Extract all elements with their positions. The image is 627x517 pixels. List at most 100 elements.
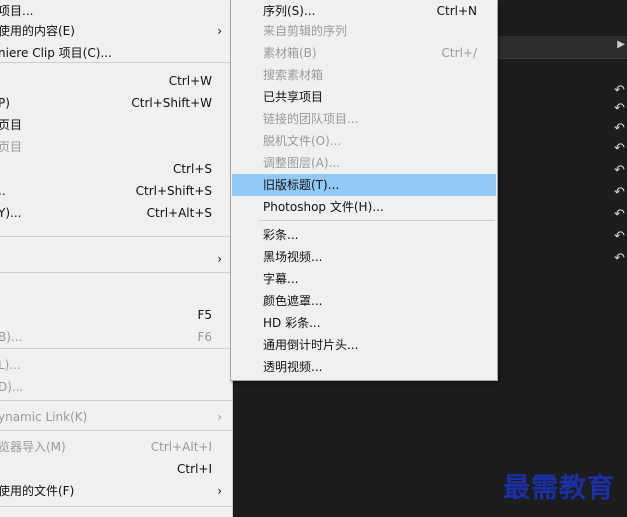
menu-item-shortcut: Ctrl+Shift+W [131, 96, 212, 110]
submenu-item: 素材箱(B) Ctrl+/ [231, 42, 497, 64]
menu-item[interactable]: › [0, 248, 232, 270]
menu-item[interactable]: Ctrl+S [0, 158, 232, 180]
watermark: 最需教育 [503, 473, 615, 504]
menu-separator [0, 272, 232, 273]
menu-item[interactable]: Ctrl+I [0, 458, 232, 480]
submenu-item-label: 旧版标题(T)... [263, 178, 340, 192]
menu-item[interactable]: .. Ctrl+Shift+S [0, 180, 232, 202]
submenu-item[interactable]: 彩条... [231, 224, 497, 246]
menu-item[interactable]: 使用的文件(F) › [0, 480, 232, 502]
new-submenu: 序列(S)... Ctrl+N 来自剪辑的序列 素材箱(B) Ctrl+/ 搜索素材箱已共… [230, 0, 498, 381]
submenu-item-label: 调整图层(A)... [263, 156, 341, 170]
reset-icon[interactable]: ↶ [614, 252, 625, 265]
panel-menu-chevron-right-icon[interactable]: ▶ [617, 39, 625, 50]
menu-item-label: 览器导入(M) [0, 440, 66, 454]
submenu-item: 来自剪辑的序列 [231, 20, 497, 42]
menu-item: 页目 [0, 136, 232, 158]
menu-separator [0, 400, 232, 401]
submenu-item-label: 来自剪辑的序列 [263, 24, 348, 38]
menu-separator [0, 62, 232, 63]
chevron-right-icon: › [217, 252, 222, 266]
menu-item-label: 使用的文件(F) [0, 484, 75, 498]
menu-item-shortcut: Ctrl+W [168, 74, 212, 88]
submenu-item: 链接的团队项目... [231, 108, 497, 130]
menu-item: D)... [0, 376, 232, 398]
menu-item: L)... [0, 354, 232, 376]
menu-item-label: 使用的内容(E) [0, 24, 75, 38]
reset-icon[interactable]: ↶ [614, 164, 625, 177]
menu-item-label: ynamic Link(K) [0, 410, 88, 424]
menu-item-shortcut: Ctrl+Shift+S [135, 184, 212, 198]
menu-item: B)... F6 [0, 326, 232, 348]
menu-item-shortcut: Ctrl+I [177, 462, 212, 476]
submenu-item-label: 素材箱(B) [263, 46, 317, 60]
panel-header: ▶ [497, 36, 627, 59]
reset-icon[interactable]: ↶ [614, 186, 625, 199]
submenu-item-label: 彩条... [263, 228, 299, 242]
file-menu: 项目... 使用的内容(E) › niere Clip 项目(C)... Ctrl+W P… [0, 0, 233, 517]
chevron-right-icon: › [217, 410, 222, 424]
submenu-item-label: Photoshop 文件(H)... [263, 200, 384, 214]
submenu-item[interactable]: 序列(S)... Ctrl+N [231, 0, 497, 22]
submenu-item-highlighted[interactable]: 旧版标题(T)... [232, 174, 496, 196]
submenu-item-label: 黑场视频... [263, 250, 323, 264]
submenu-item-shortcut: Ctrl+N [436, 4, 477, 18]
submenu-item[interactable]: 颜色遮罩... [231, 290, 497, 312]
submenu-item-label: 透明视频... [263, 360, 323, 374]
chevron-right-icon: › [217, 484, 222, 498]
submenu-item-label: 链接的团队项目... [263, 112, 359, 126]
submenu-separator [259, 220, 495, 221]
menu-item-label: 页目 [0, 118, 23, 132]
submenu-item-label: 脱机文件(O)... [263, 134, 342, 148]
menu-item-shortcut: F6 [197, 330, 212, 344]
menu-item-label: P) [0, 96, 10, 110]
submenu-item-label: 颜色遮罩... [263, 294, 323, 308]
menu-item[interactable]: P) Ctrl+Shift+W [0, 92, 232, 114]
menu-item-shortcut: Ctrl+Alt+I [150, 440, 212, 454]
submenu-item-label: 搜索素材箱 [263, 68, 324, 82]
submenu-item: 脱机文件(O)... [231, 130, 497, 152]
menu-item-label: niere Clip 项目(C)... [0, 46, 112, 60]
menu-item-label: 项目... [0, 4, 34, 18]
submenu-item[interactable]: 通用倒计时片头... [231, 334, 497, 356]
submenu-item-shortcut: Ctrl+/ [441, 46, 477, 60]
reset-icon[interactable]: ↶ [614, 84, 625, 97]
menu-item[interactable]: Ctrl+W [0, 70, 232, 92]
menu-item-label: .. [0, 184, 6, 198]
menu-item: ynamic Link(K) › [0, 406, 232, 428]
submenu-item[interactable]: 字幕... [231, 268, 497, 290]
menu-item[interactable]: 项目... [0, 0, 232, 22]
menu-item[interactable]: niere Clip 项目(C)... [0, 42, 232, 64]
menu-item-label: 页目 [0, 140, 23, 154]
menu-item-label: B)... [0, 330, 23, 344]
menu-separator [0, 430, 232, 431]
reset-icon[interactable]: ↶ [614, 142, 625, 155]
submenu-item: 搜索素材箱 [231, 64, 497, 86]
reset-icon[interactable]: ↶ [614, 102, 625, 115]
menu-item-label: L)... [0, 358, 21, 372]
submenu-item[interactable]: 已共享项目 [231, 86, 497, 108]
menu-item-shortcut: Ctrl+S [172, 162, 212, 176]
reset-icon[interactable]: ↶ [614, 230, 625, 243]
submenu-item[interactable]: Photoshop 文件(H)... [231, 196, 497, 218]
reset-icon[interactable]: ↶ [614, 208, 625, 221]
submenu-item[interactable]: 黑场视频... [231, 246, 497, 268]
submenu-item-label: 字幕... [263, 272, 299, 286]
menu-item[interactable]: 使用的内容(E) › [0, 20, 232, 42]
reset-icon[interactable]: ↶ [614, 122, 625, 135]
menu-item[interactable]: Y)... Ctrl+Alt+S [0, 202, 232, 224]
menu-item-label: Y)... [0, 206, 22, 220]
submenu-item[interactable]: 透明视频... [231, 356, 497, 378]
submenu-item-label: HD 彩条... [263, 316, 321, 330]
menu-item-shortcut: F5 [197, 308, 212, 322]
menu-item-shortcut: Ctrl+Alt+S [146, 206, 212, 220]
menu-separator [0, 236, 232, 237]
menu-item[interactable]: F5 [0, 304, 232, 326]
menu-item[interactable]: 页目 [0, 114, 232, 136]
menu-item: 览器导入(M) Ctrl+Alt+I [0, 436, 232, 458]
submenu-item-label: 序列(S)... [263, 4, 316, 18]
chevron-right-icon: › [217, 24, 222, 38]
submenu-item[interactable]: HD 彩条... [231, 312, 497, 334]
menu-item-label: D)... [0, 380, 24, 394]
menu-separator [0, 348, 232, 349]
